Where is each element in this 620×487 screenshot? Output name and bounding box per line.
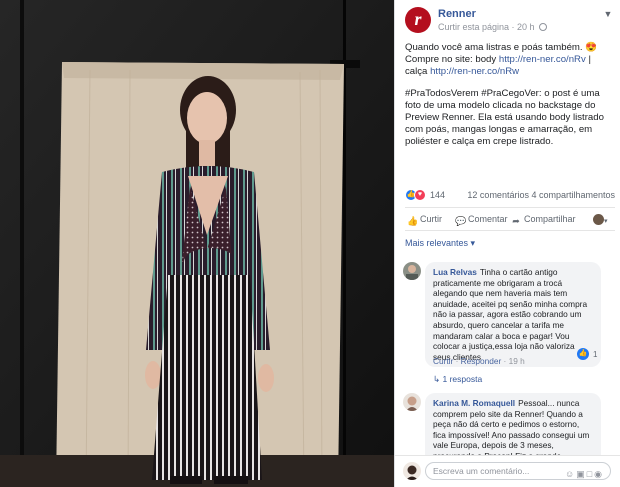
post-meta: Curtir esta página · 20 h [438, 22, 548, 32]
comment-button[interactable]: 💬 Comentar [455, 214, 508, 226]
post-photo[interactable] [0, 0, 394, 487]
post-text: Quando você ama listras e poás também. 😍… [405, 42, 615, 158]
thumbs-up-icon: 👍 [407, 216, 419, 226]
share-label: Compartilhar [524, 214, 576, 224]
page-name-link[interactable]: Renner [438, 8, 476, 20]
reply-arrow-icon: ↳ [433, 374, 441, 384]
model-photo-image [0, 0, 394, 487]
comment-time: 19 h [508, 356, 525, 366]
comment-footer: Curtir · Responder · 19 h [433, 356, 525, 366]
comment-item: Karina M. Romaquell Pessoal... nunca comp… [403, 393, 617, 478]
comment-reply-link[interactable]: Responder [461, 356, 502, 366]
comments-shares-count[interactable]: 12 comentários 4 compartilhamentos [467, 190, 615, 200]
post-header: r Renner Curtir esta página · 20 h ▼ [405, 7, 615, 37]
commenter-avatar[interactable] [403, 262, 421, 280]
reaction-count[interactable]: 144 [430, 190, 445, 200]
comment-like-count[interactable]: 1 [593, 350, 597, 359]
avatar-image [403, 462, 421, 480]
share-icon: ➦ [512, 216, 520, 226]
pants-product-link[interactable]: http://ren-ner.co/nRw [430, 66, 519, 77]
love-reaction-icon: ♥ [414, 189, 426, 201]
post-description: #PraTodosVerem #PraCegoVer: o post é uma… [405, 88, 615, 148]
comment-author[interactable]: Lua Relvas [433, 267, 477, 277]
share-button[interactable]: ➦ Compartilhar [511, 214, 576, 226]
avatar-image [403, 393, 421, 411]
comment-input[interactable]: Escreva um comentário... ☺▣□◉ [425, 462, 611, 480]
current-user-avatar [403, 462, 421, 480]
emoji-icon[interactable]: ☺ [565, 469, 576, 479]
commenter-avatar[interactable] [403, 393, 421, 411]
post-meta-text: Curtir esta página · 20 h [438, 22, 535, 32]
globe-icon [539, 23, 548, 31]
comment-text: Tinha o cartão antigo praticamente me ob… [433, 267, 588, 362]
renner-logo-avatar[interactable]: r [405, 7, 431, 33]
view-replies-link[interactable]: ↳ 1 resposta [433, 374, 482, 385]
comment-icon: 💬 [455, 216, 467, 226]
description-text: #PraTodosVerem #PraCegoVer: o post é uma… [405, 88, 604, 147]
user-mini-avatar [593, 214, 604, 225]
body-product-link[interactable]: http://ren-ner.co/nRv [499, 54, 586, 65]
small-chevron-down-icon: ▾ [604, 218, 608, 225]
comment-bubble: Lua Relvas Tinha o cartão antigo praticam… [425, 262, 601, 368]
like-label: Curtir [420, 214, 442, 224]
post-text-line1: Quando você ama listras e poás também. 😍 [405, 42, 598, 53]
replies-count: 1 resposta [442, 374, 483, 384]
post-actions: 👍 Curtir 💬 Comentar ➦ Compartilhar ▾ [405, 207, 615, 231]
composer-icons: ☺▣□◉ [565, 466, 604, 482]
post-side-panel: r Renner Curtir esta página · 20 h ▼ Qua… [394, 0, 620, 487]
sticker-icon[interactable]: ◉ [594, 469, 604, 479]
comment-like-icon: 👍 [577, 348, 589, 360]
chevron-down-icon[interactable]: ▼ [603, 9, 613, 19]
comment-input-placeholder: Escreva um comentário... [433, 466, 530, 476]
comment-sort-dropdown[interactable]: Mais relevantes ▾ [405, 238, 475, 249]
camera-icon[interactable]: ▣ [576, 469, 587, 479]
comment-like-link[interactable]: Curtir [433, 356, 453, 366]
comment-author[interactable]: Karina M. Romaquell [433, 398, 515, 408]
comment-item: Lua Relvas Tinha o cartão antigo praticam… [403, 262, 617, 385]
comment-label: Comentar [468, 214, 508, 224]
comment-composer: Escreva um comentário... ☺▣□◉ [395, 455, 620, 487]
avatar-image [403, 262, 421, 280]
reactions-bar: 👍 ♥ 144 12 comentários 4 compartilhament… [405, 189, 615, 203]
post-text-line2-prefix: Compre no site: body [405, 54, 499, 65]
like-button[interactable]: 👍 Curtir [407, 214, 442, 226]
reaction-identity-selector[interactable]: ▾ [593, 214, 608, 225]
